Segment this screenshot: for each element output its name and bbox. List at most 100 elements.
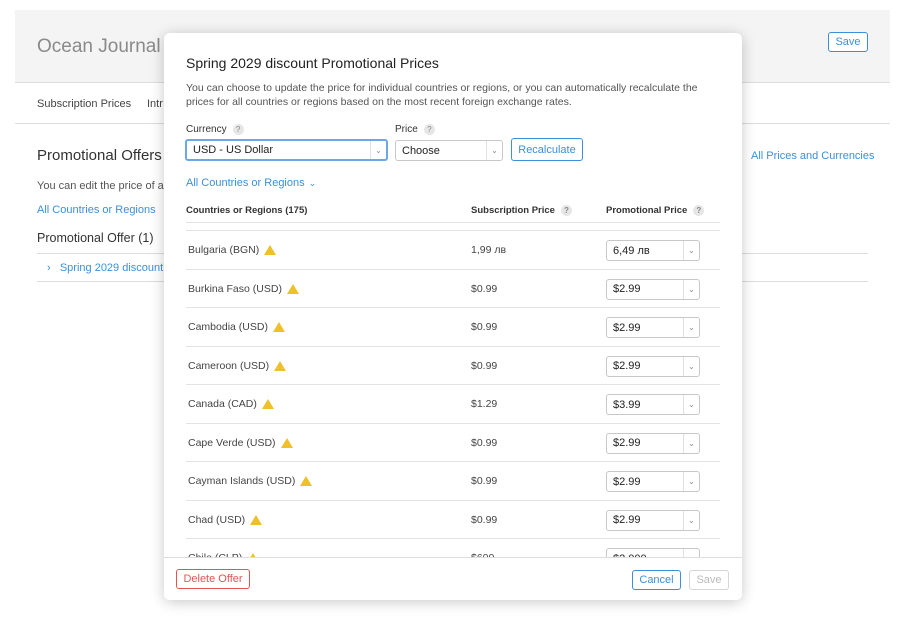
column-header-subscription: Subscription Price ? bbox=[471, 205, 572, 216]
question-mark-icon[interactable]: ? bbox=[232, 124, 244, 135]
background-regions-label: All Countries or Regions bbox=[37, 204, 156, 216]
promotional-price-select[interactable]: $2.99 ⌄ bbox=[606, 278, 700, 300]
chevron-down-icon: ⌄ bbox=[683, 318, 699, 337]
section-description: You can edit the price of a bbox=[37, 180, 164, 192]
price-label-group: Price ? bbox=[395, 124, 435, 135]
country-name: Cape Verde (USD) bbox=[188, 436, 276, 449]
warning-triangle-icon[interactable] bbox=[264, 245, 277, 255]
question-mark-icon[interactable]: ? bbox=[693, 205, 705, 216]
tab-introductory[interactable]: Intr bbox=[147, 98, 163, 110]
subscription-price: $0.99 bbox=[471, 436, 498, 449]
warning-triangle-icon[interactable] bbox=[250, 514, 263, 525]
currency-label: Currency bbox=[186, 124, 227, 135]
table-header: Countries or Regions (175) Subscription … bbox=[186, 201, 720, 223]
recalculate-button[interactable]: Recalculate bbox=[511, 138, 583, 161]
table-row: Bulgaria (BGN) 1,99 лв 6,49 лв ⌄ bbox=[186, 231, 720, 270]
country-name: Cayman Islands (USD) bbox=[188, 475, 296, 487]
regions-filter-label: All Countries or Regions bbox=[186, 177, 305, 189]
promotional-price-select[interactable]: 6,49 лв ⌄ bbox=[606, 240, 700, 261]
question-mark-icon[interactable]: ? bbox=[423, 124, 435, 135]
column-header-promotional: Promotional Price ? bbox=[606, 205, 705, 216]
cancel-button[interactable]: Cancel bbox=[632, 570, 681, 590]
country-name: Bulgaria (BGN) bbox=[188, 244, 260, 256]
promotional-price-select[interactable]: $2.99 ⌄ bbox=[606, 317, 700, 338]
table-row: Chile (CLP)$600$2,000⌄ bbox=[186, 539, 720, 557]
currency-value: USD - US Dollar bbox=[193, 144, 274, 156]
promotional-price-select[interactable]: $2.99 ⌄ bbox=[606, 509, 700, 531]
price-value: Choose bbox=[402, 144, 440, 157]
table-row: Canada (CAD) $1.29 $3.99 ⌄ bbox=[186, 385, 720, 424]
subscription-price: $0.99 bbox=[471, 282, 498, 295]
country-cell: Canada (CAD) bbox=[188, 398, 274, 410]
country-cell: Cape Verde (USD) bbox=[188, 437, 293, 449]
subscription-price: $0.99 bbox=[471, 513, 498, 526]
promotional-price-value: $3.99 bbox=[613, 398, 641, 411]
offer-row-label: Spring 2029 discount bbox=[59, 262, 164, 274]
country-name: Chad (USD) bbox=[188, 513, 246, 526]
table-row: Cambodia (USD) $0.99 $2.99 ⌄ bbox=[186, 308, 720, 347]
chevron-down-icon: ⌄ bbox=[683, 433, 699, 453]
country-cell: Burkina Faso (USD) bbox=[188, 283, 299, 295]
chevron-down-icon: ⌄ bbox=[683, 472, 699, 491]
prices-table[interactable]: Bulgaria (BGN) 1,99 лв 6,49 лв ⌄ Burkina Fas… bbox=[186, 230, 720, 557]
warning-triangle-icon[interactable] bbox=[280, 437, 293, 448]
table-row: Burkina Faso (USD) $0.99 $2.99 ⌄ bbox=[186, 270, 720, 308]
promotional-price-select[interactable]: $2.99 ⌄ bbox=[606, 355, 700, 377]
promotional-price-select[interactable]: $2.99 ⌄ bbox=[606, 471, 700, 492]
regions-filter-link[interactable]: All Countries or Regions ⌄ bbox=[186, 177, 316, 189]
chevron-down-icon: ⌄ bbox=[683, 279, 699, 299]
promotional-price-value: $2.99 bbox=[613, 283, 641, 295]
chevron-down-icon: ⌄ bbox=[683, 510, 699, 530]
chevron-down-icon: ⌄ bbox=[683, 356, 699, 376]
promotional-price-select[interactable]: $3.99 ⌄ bbox=[606, 394, 700, 415]
subscription-price: $0.99 bbox=[471, 475, 498, 487]
question-mark-icon[interactable]: ? bbox=[560, 205, 572, 216]
modal-description: You can choose to update the price for i… bbox=[186, 82, 698, 108]
promotional-price-value: 6,49 лв bbox=[613, 244, 650, 257]
background-regions-link[interactable]: All Countries or Regions bbox=[37, 204, 156, 216]
country-cell: Chad (USD) bbox=[188, 513, 263, 526]
app-title: Ocean Journal bbox=[37, 36, 161, 57]
subscription-price: $1.29 bbox=[471, 398, 498, 410]
warning-triangle-icon[interactable] bbox=[261, 399, 274, 409]
chevron-down-icon: ⌄ bbox=[370, 141, 386, 159]
currency-label-group: Currency ? bbox=[186, 124, 244, 135]
tab-subscription-prices[interactable]: Subscription Prices bbox=[37, 98, 131, 110]
column-header-country: Countries or Regions (175) bbox=[186, 205, 307, 216]
offer-row[interactable]: › Spring 2029 discount bbox=[47, 262, 163, 274]
column-header-country-label: Countries or Regions (175) bbox=[186, 205, 308, 216]
warning-triangle-icon[interactable] bbox=[272, 322, 285, 332]
modal-save-button[interactable]: Save bbox=[689, 570, 729, 590]
promotional-price-select[interactable]: $2.99 ⌄ bbox=[606, 432, 700, 454]
currency-select[interactable]: USD - US Dollar ⌄ bbox=[185, 139, 388, 161]
modal-footer: Delete Offer Cancel Save bbox=[164, 557, 742, 600]
promotional-price-value: $2.99 bbox=[613, 437, 641, 449]
table-row: Cape Verde (USD) $0.99 $2.99 ⌄ bbox=[186, 424, 720, 462]
section-title: Promotional Offers bbox=[37, 147, 162, 164]
table-row: Chad (USD) $0.99 $2.99 ⌄ bbox=[186, 501, 720, 539]
warning-triangle-icon[interactable] bbox=[286, 283, 299, 294]
chevron-down-icon: ⌄ bbox=[683, 241, 699, 260]
country-cell: Bulgaria (BGN) bbox=[188, 244, 277, 256]
chevron-right-icon: › bbox=[47, 262, 51, 274]
column-header-subscription-label: Subscription Price bbox=[471, 205, 555, 216]
warning-triangle-icon[interactable] bbox=[300, 476, 313, 486]
table-row: Cayman Islands (USD) $0.99 $2.99 ⌄ bbox=[186, 462, 720, 501]
price-select[interactable]: Choose ⌄ bbox=[395, 140, 503, 161]
country-name: Cameroon (USD) bbox=[188, 359, 270, 372]
page-save-button[interactable]: Save bbox=[828, 32, 868, 52]
promotional-price-value: $2.99 bbox=[613, 321, 641, 334]
subscription-price: $0.99 bbox=[471, 359, 498, 372]
warning-triangle-icon[interactable] bbox=[274, 360, 287, 371]
country-name: Burkina Faso (USD) bbox=[188, 282, 282, 295]
column-header-promotional-label: Promotional Price bbox=[606, 205, 688, 216]
table-row: Cameroon (USD) $0.99 $2.99 ⌄ bbox=[186, 347, 720, 385]
promotional-price-value: $2.99 bbox=[613, 475, 641, 488]
country-cell: Cayman Islands (USD) bbox=[188, 475, 313, 487]
all-prices-link[interactable]: All Prices and Currencies bbox=[751, 150, 875, 162]
country-cell: Cambodia (USD) bbox=[188, 321, 285, 333]
subscription-price: $0.99 bbox=[471, 321, 498, 333]
chevron-down-icon: ⌄ bbox=[486, 141, 502, 160]
delete-offer-button[interactable]: Delete Offer bbox=[176, 569, 250, 589]
promotional-price-select[interactable]: $2,000⌄ bbox=[606, 548, 700, 557]
